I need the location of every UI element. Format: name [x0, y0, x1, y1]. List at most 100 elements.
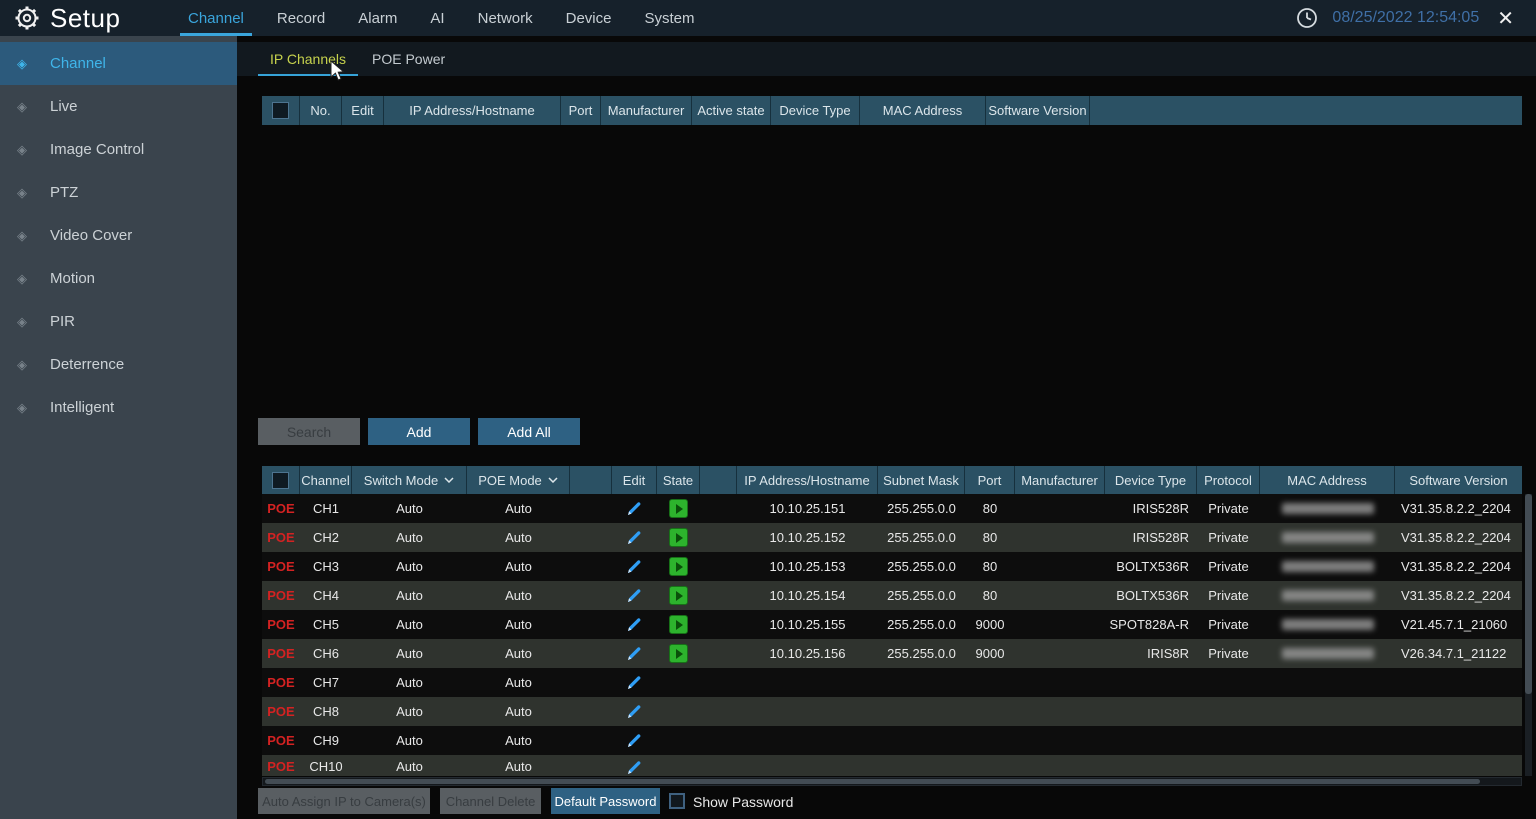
channel-row-ch1[interactable]: POECH1AutoAuto10.10.25.151255.255.0.080I… — [262, 494, 1522, 523]
edit-button[interactable] — [612, 759, 657, 776]
channel-row-ch9[interactable]: POECH9AutoAuto — [262, 726, 1522, 755]
vertical-scrollbar[interactable] — [1525, 494, 1532, 776]
edit-button[interactable] — [612, 523, 657, 552]
mac-cell — [1260, 552, 1395, 581]
state-connected-icon[interactable] — [669, 528, 688, 547]
protocol-cell: Private — [1197, 552, 1260, 581]
blank-cell — [700, 639, 737, 668]
channel-row-ch3[interactable]: POECH3AutoAuto10.10.25.153255.255.0.080B… — [262, 552, 1522, 581]
state-connected-icon[interactable] — [669, 557, 688, 576]
channel-row-ch8[interactable]: POECH8AutoAuto — [262, 697, 1522, 726]
device-type-cell — [1105, 668, 1197, 697]
state-connected-icon[interactable] — [669, 586, 688, 605]
subnet-mask-cell — [878, 668, 965, 697]
blank-cell — [570, 726, 612, 755]
sidebar-item-deterrence[interactable]: ◈ Deterrence — [0, 343, 237, 386]
sidebar-item-motion[interactable]: ◈ Motion — [0, 257, 237, 300]
edit-pencil-icon — [626, 703, 643, 720]
top-bar: Setup Channel Record Alarm AI Network De… — [0, 0, 1536, 36]
deterrence-icon: ◈ — [15, 357, 29, 373]
poe-cell: POE — [262, 639, 300, 668]
col-software: Software Version — [1395, 466, 1522, 494]
show-password-checkbox[interactable] — [669, 793, 685, 809]
channel-row-ch6[interactable]: POECH6AutoAuto10.10.25.156255.255.0.0900… — [262, 639, 1522, 668]
header-select-all — [262, 466, 300, 494]
sidebar-item-image-control[interactable]: ◈ Image Control — [0, 128, 237, 171]
select-all-checkbox[interactable] — [272, 472, 289, 489]
horizontal-scrollbar[interactable] — [262, 777, 1522, 786]
software-version-cell: V31.35.8.2.2_2204 — [1395, 494, 1522, 523]
manufacturer-cell — [1015, 523, 1105, 552]
channel-row-ch7[interactable]: POECH7AutoAuto — [262, 668, 1522, 697]
auto-assign-ip-button[interactable]: Auto Assign IP to Camera(s) — [258, 788, 430, 814]
col-subnet-mask: Subnet Mask — [878, 466, 965, 494]
menu-network[interactable]: Network — [476, 1, 535, 36]
channel-cell: CH10 — [300, 759, 352, 774]
blank-cell — [1260, 668, 1395, 697]
sidebar-item-pir[interactable]: ◈ PIR — [0, 300, 237, 343]
edit-button[interactable] — [612, 494, 657, 523]
tab-strip: IP Channels POE Power — [237, 42, 1536, 76]
state-connected-icon[interactable] — [669, 499, 688, 518]
edit-button[interactable] — [612, 639, 657, 668]
edit-button[interactable] — [612, 581, 657, 610]
mac-cell — [1260, 523, 1395, 552]
col-manufacturer: Manufacturer — [1015, 466, 1105, 494]
add-button[interactable]: Add — [368, 418, 470, 445]
device-type-cell: IRIS8R — [1105, 639, 1197, 668]
edit-button[interactable] — [612, 552, 657, 581]
menu-channel[interactable]: Channel — [186, 1, 246, 36]
edit-button[interactable] — [612, 610, 657, 639]
pir-icon: ◈ — [15, 314, 29, 330]
ip-cell: 10.10.25.153 — [737, 552, 878, 581]
sidebar-item-live[interactable]: ◈ Live — [0, 85, 237, 128]
sidebar-item-label: Image Control — [50, 141, 144, 158]
edit-button[interactable] — [612, 668, 657, 697]
channel-row-ch10[interactable]: POECH10AutoAuto — [262, 755, 1522, 776]
sidebar-item-ptz[interactable]: ◈ PTZ — [0, 171, 237, 214]
device-type-cell: IRIS528R — [1105, 494, 1197, 523]
port-cell: 9000 — [965, 639, 1015, 668]
main-menu: Channel Record Alarm AI Network Device S… — [186, 1, 697, 36]
col-switch-mode[interactable]: Switch Mode — [352, 466, 467, 494]
mac-address-redacted — [1282, 648, 1374, 659]
tab-poe-power[interactable]: POE Power — [372, 43, 445, 75]
col-software: Software Version — [986, 96, 1090, 125]
horizontal-scrollbar-thumb[interactable] — [265, 779, 1480, 784]
ip-cell — [737, 668, 878, 697]
menu-system[interactable]: System — [642, 1, 696, 36]
sidebar-item-video-cover[interactable]: ◈ Video Cover — [0, 214, 237, 257]
blank-cell — [570, 581, 612, 610]
software-version-cell: V31.35.8.2.2_2204 — [1395, 552, 1522, 581]
col-poe-mode[interactable]: POE Mode — [467, 466, 570, 494]
col-edit: Edit — [612, 466, 657, 494]
edit-pencil-icon — [626, 587, 643, 604]
add-all-button[interactable]: Add All — [478, 418, 580, 445]
edit-button[interactable] — [612, 726, 657, 755]
software-version-cell — [1395, 697, 1522, 726]
edit-button[interactable] — [612, 697, 657, 726]
poe-cell: POE — [262, 523, 300, 552]
manufacturer-cell — [1015, 494, 1105, 523]
menu-ai[interactable]: AI — [428, 1, 446, 36]
channel-delete-button[interactable]: Channel Delete — [440, 788, 541, 814]
search-button[interactable]: Search — [258, 418, 360, 445]
poe-cell: POE — [262, 726, 300, 755]
default-password-button[interactable]: Default Password — [551, 788, 660, 814]
menu-alarm[interactable]: Alarm — [356, 1, 399, 36]
channel-row-ch2[interactable]: POECH2AutoAuto10.10.25.152255.255.0.080I… — [262, 523, 1522, 552]
menu-device[interactable]: Device — [564, 1, 614, 36]
state-connected-icon[interactable] — [669, 615, 688, 634]
channel-row-ch5[interactable]: POECH5AutoAuto10.10.25.155255.255.0.0900… — [262, 610, 1522, 639]
close-icon[interactable]: ✕ — [1493, 6, 1518, 31]
channel-row-ch4[interactable]: POECH4AutoAuto10.10.25.154255.255.0.080B… — [262, 581, 1522, 610]
state-connected-icon[interactable] — [669, 644, 688, 663]
select-all-checkbox[interactable] — [272, 102, 289, 119]
sidebar-item-channel[interactable]: ◈ Channel — [0, 42, 237, 85]
manufacturer-cell — [1015, 726, 1105, 755]
sidebar-item-intelligent[interactable]: ◈ Intelligent — [0, 386, 237, 429]
menu-record[interactable]: Record — [275, 1, 327, 36]
vertical-scrollbar-thumb[interactable] — [1525, 494, 1532, 694]
blank-cell — [700, 610, 737, 639]
col-no: No. — [300, 96, 342, 125]
